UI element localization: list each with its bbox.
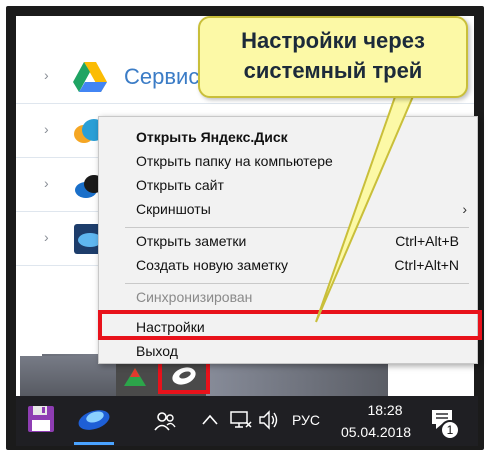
menu-item-sync-status: Синхронизирован	[99, 285, 477, 309]
menu-item-label: Создать новую заметку	[136, 257, 288, 273]
chevron-right-icon[interactable]: ›	[44, 68, 54, 82]
menu-item-new-note[interactable]: Создать новую заметку Ctrl+Alt+N	[99, 253, 477, 277]
volume-icon[interactable]	[258, 410, 280, 430]
menu-item-open-folder[interactable]: Открыть папку на компьютере	[99, 149, 477, 173]
submenu-arrow-icon: ›	[462, 201, 467, 217]
menu-item-shortcut: Ctrl+Alt+B	[395, 233, 459, 249]
clock-date[interactable]: 05.04.2018	[336, 424, 416, 440]
clock-time[interactable]: 18:28	[356, 402, 414, 418]
menu-item-open-notes[interactable]: Открыть заметки Ctrl+Alt+B	[99, 229, 477, 253]
chevron-up-icon[interactable]	[202, 414, 218, 426]
menu-item-label: Открыть сайт	[136, 177, 224, 193]
language-indicator[interactable]: РУС	[292, 412, 320, 428]
menu-separator	[125, 283, 469, 284]
yandex-disk-app-icon[interactable]	[76, 404, 112, 434]
callout-line-2: системный трей	[243, 58, 423, 83]
callout-line-1: Настройки через	[241, 28, 425, 53]
callout-text: Настройки через системный трей	[200, 26, 466, 86]
menu-item-label: Открыть Яндекс.Диск	[136, 129, 288, 145]
save-icon[interactable]	[26, 404, 56, 434]
menu-item-label: Открыть заметки	[136, 233, 247, 249]
menu-item-label: Синхронизирован	[136, 289, 253, 305]
people-icon[interactable]	[154, 410, 176, 432]
chevron-right-icon[interactable]: ›	[44, 176, 54, 190]
settings-highlight	[98, 310, 482, 340]
menu-item-open-yandex-disk[interactable]: Открыть Яндекс.Диск	[99, 125, 477, 149]
menu-item-label: Выход	[136, 343, 178, 359]
app-label: Сервис	[124, 64, 200, 89]
notification-badge: 1	[440, 420, 460, 440]
tray-app-icon[interactable]	[124, 368, 146, 386]
chevron-right-icon[interactable]: ›	[44, 122, 54, 136]
chevron-right-icon[interactable]: ›	[44, 230, 54, 244]
menu-separator	[125, 227, 469, 228]
taskbar: РУС 18:28 05.04.2018 1	[16, 396, 478, 446]
google-drive-icon	[73, 62, 107, 92]
menu-item-open-site[interactable]: Открыть сайт	[99, 173, 477, 197]
menu-item-shortcut: Ctrl+Alt+N	[394, 257, 459, 273]
menu-item-label: Скриншоты	[136, 201, 211, 217]
menu-item-screenshots[interactable]: Скриншоты ›	[99, 197, 477, 221]
network-icon[interactable]	[230, 410, 252, 430]
menu-item-label: Открыть папку на компьютере	[136, 153, 333, 169]
active-app-indicator	[74, 442, 114, 445]
menu-item-exit[interactable]: Выход	[99, 339, 477, 363]
annotation-callout: Настройки через системный трей	[198, 16, 468, 98]
